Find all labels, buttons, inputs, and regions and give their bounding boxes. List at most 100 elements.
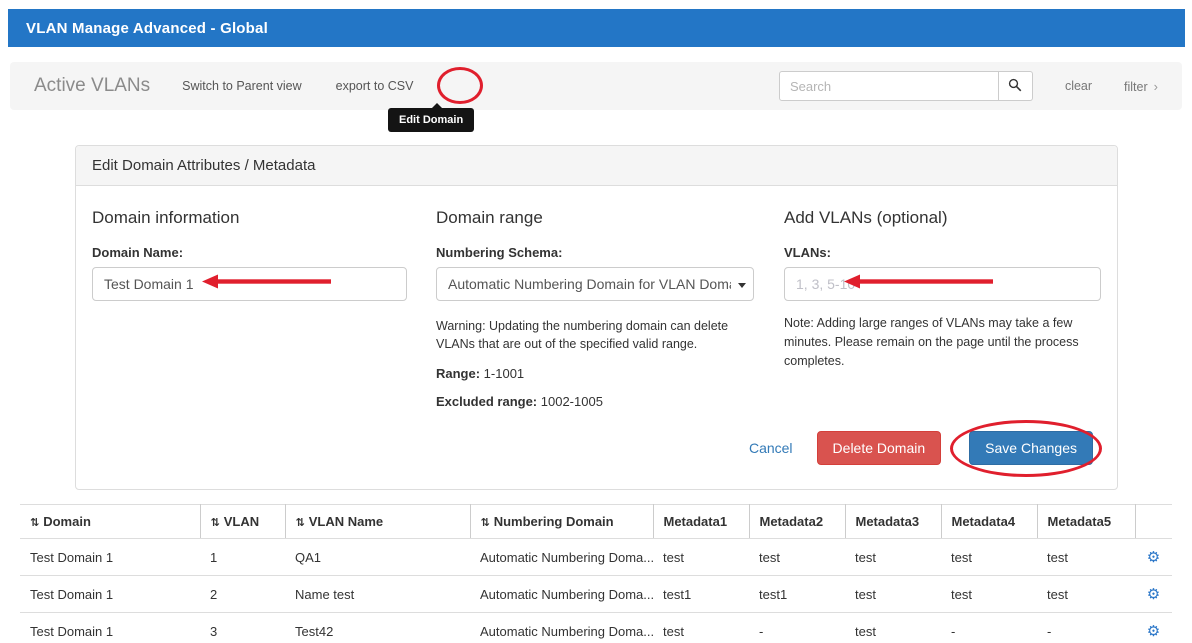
vlan-manage-page: VLAN Manage Advanced - Global Active VLA…	[0, 0, 1192, 643]
cancel-link[interactable]: Cancel	[749, 440, 793, 456]
cell-numbering-domain: Automatic Numbering Doma...	[470, 576, 653, 613]
header-vlan[interactable]: ⇅ VLAN	[200, 505, 285, 539]
header-metadata3: Metadata3	[845, 505, 941, 539]
range-label: Range:	[436, 366, 480, 381]
add-vlans-section: Add VLANs (optional) VLANs: Note: Adding…	[784, 208, 1101, 409]
cell-metadata3: test	[845, 613, 941, 643]
top-title-bar: VLAN Manage Advanced - Global	[8, 9, 1185, 47]
vlan-table: ⇅ Domain ⇅ VLAN ⇅ VLAN Name ⇅ Numbering Doma…	[20, 504, 1172, 643]
filter-link[interactable]: filter ›	[1124, 79, 1158, 94]
numbering-schema-select[interactable]: Automatic Numbering Domain for VLAN Doma	[436, 267, 754, 301]
cell-vlan: 2	[200, 576, 285, 613]
add-vlans-heading: Add VLANs (optional)	[784, 208, 1101, 228]
cell-metadata4: test	[941, 576, 1037, 613]
cell-metadata1: test	[653, 613, 749, 643]
sort-icon: ⇅	[30, 516, 39, 529]
header-vlan-name-label: VLAN Name	[309, 514, 383, 529]
table-row: Test Domain 1 3 Test42 Automatic Numberi…	[20, 613, 1172, 643]
cell-metadata2: test	[749, 539, 845, 576]
search-button[interactable]	[999, 71, 1033, 101]
header-metadata5: Metadata5	[1037, 505, 1135, 539]
domain-range-heading: Domain range	[436, 208, 784, 228]
excluded-range-line: Excluded range: 1002-1005	[436, 394, 784, 409]
table-header-row: ⇅ Domain ⇅ VLAN ⇅ VLAN Name ⇅ Numbering Doma…	[20, 505, 1172, 539]
cell-numbering-domain: Automatic Numbering Doma...	[470, 613, 653, 643]
table-row: Test Domain 1 2 Name test Automatic Numb…	[20, 576, 1172, 613]
vlan-table-area: ⇅ Domain ⇅ VLAN ⇅ VLAN Name ⇅ Numbering Doma…	[20, 504, 1172, 643]
header-metadata4: Metadata4	[941, 505, 1037, 539]
cell-vlan-name: Name test	[285, 576, 470, 613]
range-value: 1-1001	[480, 366, 524, 381]
sort-icon: ⇅	[296, 516, 305, 529]
numbering-schema-label: Numbering Schema:	[436, 245, 784, 260]
domain-range-section: Domain range Numbering Schema: Automatic…	[436, 208, 784, 409]
header-actions	[1135, 505, 1172, 539]
cell-metadata2: -	[749, 613, 845, 643]
cell-vlan-name: QA1	[285, 539, 470, 576]
cell-metadata3: test	[845, 539, 941, 576]
edit-domain-panel: Edit Domain Attributes / Metadata Domain…	[75, 145, 1118, 490]
domain-name-input[interactable]	[92, 267, 407, 301]
sort-icon: ⇅	[481, 516, 490, 529]
gear-icon[interactable]: ⚙	[1147, 548, 1160, 566]
domain-information-heading: Domain information	[92, 208, 436, 228]
panel-title: Edit Domain Attributes / Metadata	[76, 146, 1117, 186]
cell-numbering-domain: Automatic Numbering Doma...	[470, 539, 653, 576]
clear-link[interactable]: clear	[1065, 79, 1092, 93]
tooltip-label: Edit Domain	[399, 114, 463, 126]
excluded-range-label: Excluded range:	[436, 394, 537, 409]
header-numbering-domain[interactable]: ⇅ Numbering Domain	[470, 505, 653, 539]
vlans-input[interactable]	[784, 267, 1101, 301]
domain-name-label: Domain Name:	[92, 245, 436, 260]
cell-domain: Test Domain 1	[20, 576, 200, 613]
vlans-note-text: Note: Adding large ranges of VLANs may t…	[784, 314, 1089, 370]
edit-domain-tooltip: Edit Domain	[388, 108, 474, 132]
cell-metadata4: -	[941, 613, 1037, 643]
domain-information-section: Domain information Domain Name:	[92, 208, 436, 409]
cell-vlan: 3	[200, 613, 285, 643]
save-changes-button[interactable]: Save Changes	[969, 431, 1093, 465]
sort-icon: ⇅	[211, 516, 220, 529]
cell-metadata5: -	[1037, 613, 1135, 643]
cell-metadata2: test1	[749, 576, 845, 613]
header-metadata2: Metadata2	[749, 505, 845, 539]
filter-label: filter	[1124, 80, 1148, 94]
page-title: VLAN Manage Advanced - Global	[26, 20, 268, 37]
gear-icon[interactable]: ⚙	[1147, 585, 1160, 603]
numbering-warning-text: Warning: Updating the numbering domain c…	[436, 317, 748, 353]
edit-domain-menu-button[interactable]	[447, 76, 473, 96]
search-input[interactable]	[779, 71, 999, 101]
header-domain-label: Domain	[43, 514, 91, 529]
table-row: Test Domain 1 1 QA1 Automatic Numbering …	[20, 539, 1172, 576]
annotation-circle-menu	[437, 67, 483, 104]
cell-domain: Test Domain 1	[20, 613, 200, 643]
switch-parent-view-link[interactable]: Switch to Parent view	[182, 79, 302, 93]
search-icon	[1008, 78, 1022, 95]
header-vlan-label: VLAN	[224, 514, 259, 529]
cell-metadata5: test	[1037, 576, 1135, 613]
tooltip-caret-icon	[432, 103, 442, 108]
chevron-down-icon	[738, 283, 746, 288]
header-numbering-domain-label: Numbering Domain	[494, 514, 614, 529]
excluded-range-value: 1002-1005	[537, 394, 603, 409]
cell-domain: Test Domain 1	[20, 539, 200, 576]
range-line: Range: 1-1001	[436, 366, 784, 381]
header-vlan-name[interactable]: ⇅ VLAN Name	[285, 505, 470, 539]
cell-metadata5: test	[1037, 539, 1135, 576]
cell-vlan: 1	[200, 539, 285, 576]
chevron-right-icon: ›	[1154, 79, 1158, 94]
search-group	[779, 71, 1033, 101]
cell-metadata1: test	[653, 539, 749, 576]
header-metadata1: Metadata1	[653, 505, 749, 539]
numbering-schema-value: Automatic Numbering Domain for VLAN Doma	[448, 276, 731, 292]
cell-vlan-name: Test42	[285, 613, 470, 643]
header-domain[interactable]: ⇅ Domain	[20, 505, 200, 539]
gear-icon[interactable]: ⚙	[1147, 622, 1160, 640]
active-vlans-heading: Active VLANs	[34, 75, 150, 97]
toolbar: Active VLANs Switch to Parent view expor…	[10, 62, 1182, 110]
export-csv-link[interactable]: export to CSV	[336, 79, 414, 93]
delete-domain-button[interactable]: Delete Domain	[817, 431, 942, 465]
cell-metadata3: test	[845, 576, 941, 613]
cell-metadata1: test1	[653, 576, 749, 613]
cell-metadata4: test	[941, 539, 1037, 576]
